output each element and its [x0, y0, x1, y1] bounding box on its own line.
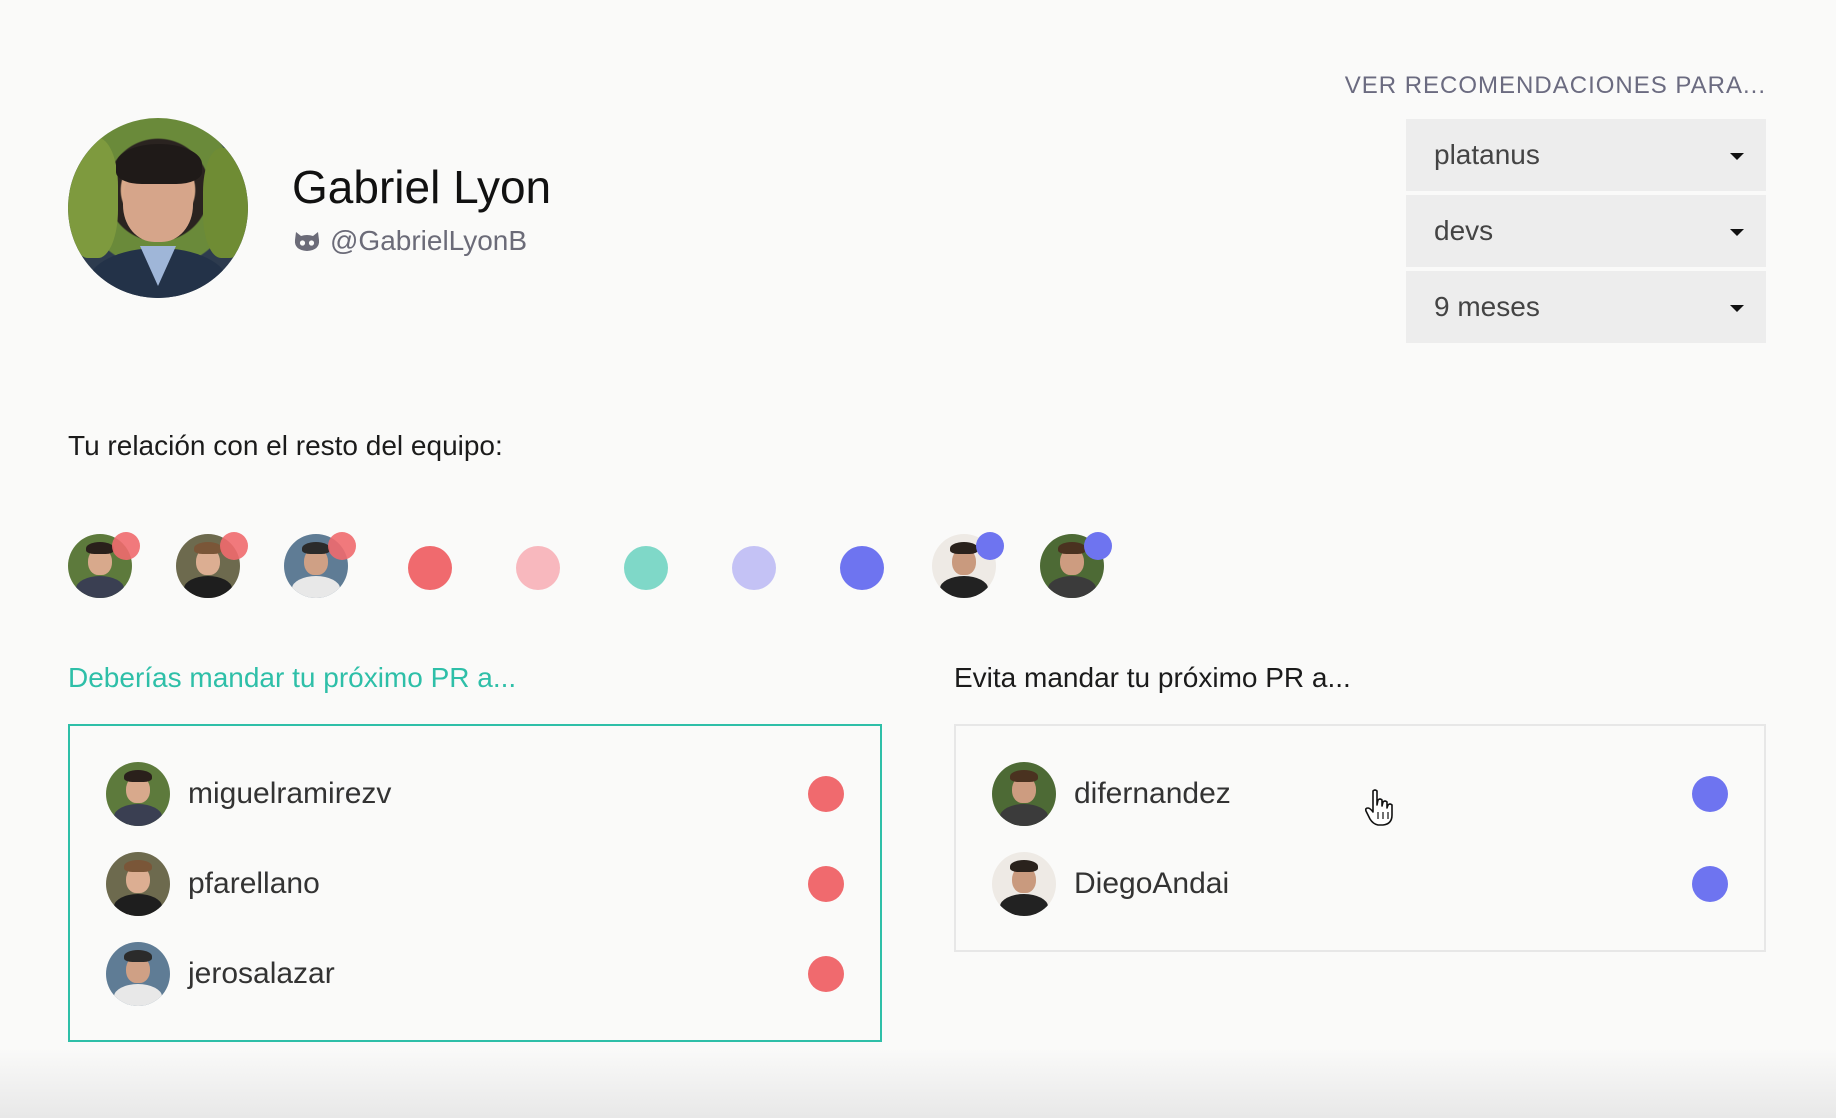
list-item[interactable]: jerosalazar [106, 942, 844, 1006]
relation-dot [808, 866, 844, 902]
avoid-reviewers-panel: difernandez DiegoAndai [954, 724, 1766, 952]
team-relation-title: Tu relación con el resto del equipo: [68, 430, 503, 461]
team-relation-row [68, 532, 1168, 598]
avoid-reviewers-title: Evita mandar tu próximo PR a... [954, 662, 1351, 693]
chevron-down-icon [1730, 229, 1744, 236]
relation-badge [220, 532, 248, 560]
team-member-dot[interactable] [408, 546, 452, 590]
team-select[interactable]: devs [1406, 195, 1766, 267]
reviewer-name: difernandez [1074, 777, 1231, 810]
avatar [106, 942, 170, 1006]
organization-select-value: platanus [1434, 139, 1540, 170]
profile-handle-text: @GabrielLyonB [330, 225, 528, 256]
reviewer-name: miguelramirezv [188, 777, 392, 810]
avatar [992, 852, 1056, 916]
reviewer-name: DiegoAndai [1074, 867, 1230, 900]
chevron-down-icon [1730, 305, 1744, 312]
team-member-avatar[interactable] [932, 532, 1004, 598]
team-member-dot[interactable] [840, 546, 884, 590]
team-select-value: devs [1434, 215, 1494, 246]
list-item[interactable]: difernandez [992, 762, 1728, 826]
reviewer-name: pfarellano [188, 867, 320, 900]
team-member-dot[interactable] [516, 546, 560, 590]
list-item[interactable]: pfarellano [106, 852, 844, 916]
list-item[interactable]: DiegoAndai [992, 852, 1728, 916]
team-member-avatar[interactable] [1040, 532, 1112, 598]
team-member-avatar[interactable] [68, 532, 140, 598]
avatar [992, 762, 1056, 826]
profile-name: Gabriel Lyon [292, 161, 552, 213]
relation-badge [976, 532, 1004, 560]
relation-dot [808, 776, 844, 812]
relation-dot [1692, 866, 1728, 902]
organization-select[interactable]: platanus [1406, 119, 1766, 191]
relation-dot [808, 956, 844, 992]
relation-dot [1692, 776, 1728, 812]
avatar [106, 762, 170, 826]
recommended-reviewers-panel: miguelramirezv pfarellano jerosalazar [68, 724, 882, 1042]
avatar [106, 852, 170, 916]
relation-badge [112, 532, 140, 560]
profile-avatar [68, 118, 248, 298]
team-member-avatar[interactable] [284, 532, 356, 598]
recommended-reviewers-title: Deberías mandar tu próximo PR a... [68, 662, 517, 693]
period-select[interactable]: 9 meses [1406, 271, 1766, 343]
list-item[interactable]: miguelramirezv [106, 762, 844, 826]
relation-badge [328, 532, 356, 560]
hand-cursor-icon [1364, 788, 1394, 828]
recommendations-title: VER RECOMENDACIONES PARA... [1344, 72, 1766, 99]
profile-handle[interactable]: @GabrielLyonB [292, 225, 527, 257]
github-icon [292, 228, 322, 254]
team-member-avatar[interactable] [176, 532, 248, 598]
relation-badge [1084, 532, 1112, 560]
period-select-value: 9 meses [1434, 291, 1540, 322]
bottom-fade [0, 1048, 1836, 1118]
team-member-dot[interactable] [624, 546, 668, 590]
team-member-dot[interactable] [732, 546, 776, 590]
chevron-down-icon [1730, 153, 1744, 160]
reviewer-name: jerosalazar [188, 957, 335, 990]
